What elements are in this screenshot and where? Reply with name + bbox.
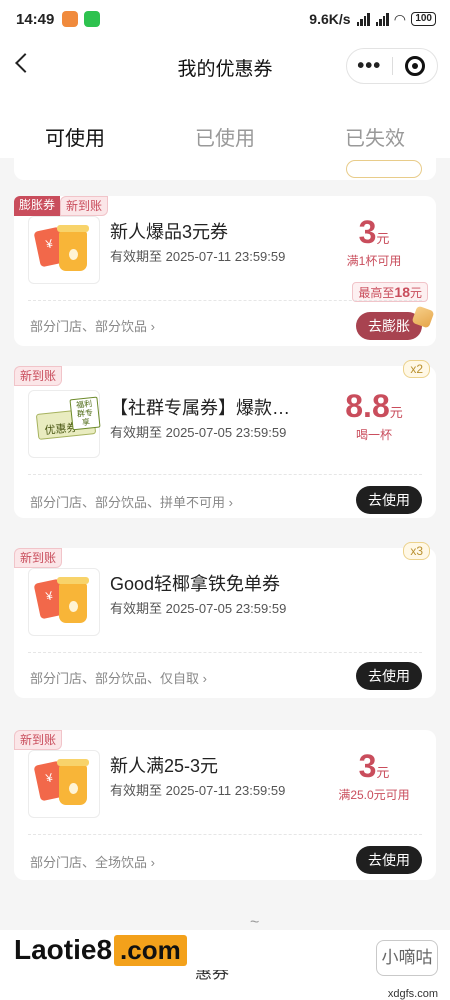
signal-icon-2 xyxy=(375,12,389,26)
new-tag: 新到账 xyxy=(14,730,63,750)
coupon-list[interactable]: 膨胀券 新到账 ¥ 新人爆品3元券 有效期至 2025-07-11 23:59:… xyxy=(0,158,450,1000)
max-value: 18 xyxy=(394,284,410,300)
new-tag: 新到账 xyxy=(60,196,109,216)
tab-used[interactable]: 已使用 xyxy=(150,96,300,158)
coupon-tabs: 可使用 已使用 已失效 xyxy=(0,96,450,158)
target-close-icon xyxy=(404,56,425,76)
coupon-multiplier: x2 xyxy=(403,360,430,378)
network-speed: 9.6K/s xyxy=(309,11,351,27)
nav-bar: 我的优惠券 ••• xyxy=(0,38,450,96)
use-button[interactable]: 去使用 xyxy=(356,486,422,514)
coupon-amount: 3 xyxy=(358,748,377,784)
coupon-unit: 元 xyxy=(389,405,403,420)
coupon-title: 【社群专属券】爆款… xyxy=(110,398,290,418)
more-button[interactable]: ••• xyxy=(347,55,392,78)
watermark-logo: Laotie8 .com xyxy=(10,930,242,970)
coupon-divider xyxy=(28,834,422,835)
coupon-unit: 元 xyxy=(376,765,390,780)
max-value-pill: 最高至18元 xyxy=(352,282,428,302)
coupon-thumbnail: ¥ xyxy=(28,216,100,284)
watermark-domain: .com xyxy=(114,934,187,966)
close-mini-program-button[interactable] xyxy=(393,56,438,76)
coupon-expiry: 有效期至 2025-07-05 23:59:59 xyxy=(110,425,287,440)
coupon-value: 3元 满1杯可用 xyxy=(326,214,422,269)
tab-expired[interactable]: 已失效 xyxy=(300,96,450,158)
coupon-title: Good轻椰拿铁免单券 xyxy=(110,574,281,594)
use-button[interactable]: 去使用 xyxy=(356,662,422,690)
coupon-condition: 喝一杯 xyxy=(355,428,392,442)
coupon-scope[interactable]: 部分门店、部分饮品、拼单不可用 › xyxy=(30,492,233,511)
coupon-scope[interactable]: 部分门店、全场饮品 › xyxy=(30,852,155,871)
inflate-button[interactable]: 去膨胀 xyxy=(356,312,422,340)
coupon-amount: 8.8 xyxy=(345,388,390,424)
coupon-condition: 满25.0元可用 xyxy=(338,788,410,802)
coupon-value: 8.8元 喝一杯 xyxy=(326,388,422,443)
coupon-card: 新到账 x3 ¥ Good轻椰拿铁免单券 有效期至 2025-07-05 23:… xyxy=(14,542,436,698)
use-button[interactable]: 去使用 xyxy=(356,846,422,874)
coupon-value: 3元 满25.0元可用 xyxy=(326,748,422,803)
page-title: 我的优惠券 xyxy=(177,58,273,80)
corner-watermark-url: xdgfs.com xyxy=(387,988,438,1000)
mini-program-capsule: ••• xyxy=(346,48,438,84)
status-time: 14:49 xyxy=(16,10,55,28)
coupon-divider xyxy=(28,652,422,653)
coupon-multiplier: x3 xyxy=(403,542,430,560)
watermark-brand: Laotie8 xyxy=(14,934,113,965)
app-notification-icon xyxy=(62,11,79,27)
coupon-condition: 满1杯可用 xyxy=(346,254,402,268)
wifi-icon: ◠ xyxy=(394,10,406,27)
coupon-thumbnail: ¥ xyxy=(28,568,100,636)
coupon-tags: 新到账 xyxy=(14,548,63,568)
coupon-divider xyxy=(28,474,422,475)
coupon-card: 膨胀券 新到账 ¥ 新人爆品3元券 有效期至 2025-07-11 23:59:… xyxy=(14,196,436,346)
coupon-thumbnail: ¥ xyxy=(28,750,100,818)
coupon-title: 新人满25-3元 xyxy=(110,756,219,776)
voucher-thumbnail: 福利群专享 优惠券 xyxy=(35,396,101,440)
max-prefix: 最高至 xyxy=(358,286,395,300)
coupon-scope[interactable]: 部分门店、部分饮品、仅自取 › xyxy=(30,668,207,687)
partial-card-button[interactable] xyxy=(346,160,422,178)
coupon-title: 新人爆品3元券 xyxy=(110,222,229,242)
coupon-scope[interactable]: 部分门店、部分饮品 › xyxy=(30,316,155,335)
coupon-tags: 新到账 xyxy=(14,730,63,750)
coupon-tags: 膨胀券 新到账 xyxy=(14,196,109,216)
coupon-divider xyxy=(28,300,422,301)
coupon-unit: 元 xyxy=(376,231,390,246)
coupon-card: 新到账 ¥ 新人满25-3元 有效期至 2025-07-11 23:59:59 … xyxy=(14,730,436,880)
new-tag: 新到账 xyxy=(14,366,63,386)
new-tag: 新到账 xyxy=(14,548,63,568)
coupon-expiry: 有效期至 2025-07-11 23:59:59 xyxy=(110,249,286,264)
coupon-thumbnail: 福利群专享 优惠券 xyxy=(28,390,101,458)
battery-icon: 100 xyxy=(411,12,436,26)
drink-cup-icon xyxy=(57,759,89,805)
max-unit: 元 xyxy=(409,286,422,300)
status-bar: 14:49 9.6K/s ◠ 100 xyxy=(0,0,450,38)
partial-card xyxy=(14,158,436,180)
wechat-icon xyxy=(84,11,101,27)
coupon-card: 新到账 x2 福利群专享 优惠券 【社群专属券】爆款… 有效期至 2025-07… xyxy=(14,360,436,518)
coupon-expiry: 有效期至 2025-07-05 23:59:59 xyxy=(110,601,287,616)
drink-cup-icon xyxy=(57,225,89,271)
footer: ~ 惠券 Laotie8 .com 小嘀咕 xdgfs.com xyxy=(0,900,450,1000)
coupon-amount: 3 xyxy=(358,214,377,250)
corner-watermark: 小嘀咕 xyxy=(376,940,438,976)
back-icon[interactable] xyxy=(15,53,35,73)
inflate-tag: 膨胀券 xyxy=(14,196,61,216)
coupon-tags: 新到账 xyxy=(14,366,63,386)
coupon-expiry: 有效期至 2025-07-11 23:59:59 xyxy=(110,783,286,798)
signal-icon xyxy=(356,12,370,26)
drink-cup-icon xyxy=(57,577,89,623)
voucher-badge: 福利群专享 xyxy=(69,396,101,431)
tab-available[interactable]: 可使用 xyxy=(0,96,150,158)
